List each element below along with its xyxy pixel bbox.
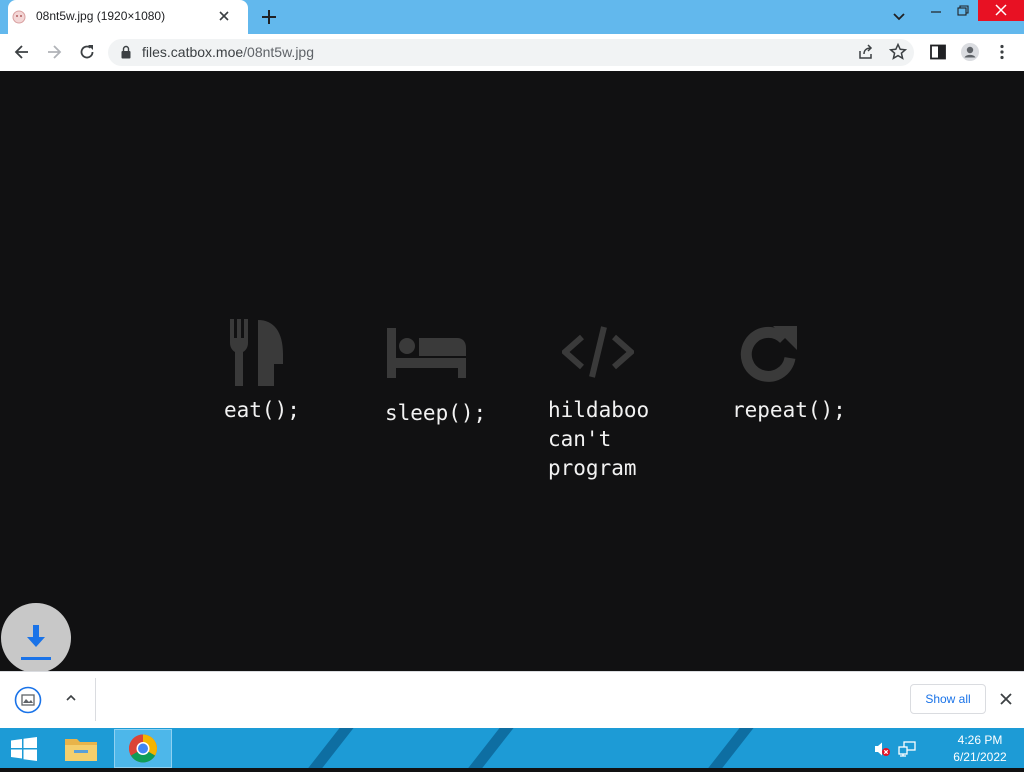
- wallpaper-stripe: [692, 728, 762, 768]
- minimize-icon[interactable]: [924, 2, 948, 20]
- kebab-menu-icon[interactable]: [992, 42, 1012, 62]
- bed-icon: [387, 328, 466, 378]
- share-icon[interactable]: [856, 42, 876, 62]
- chevron-up-icon[interactable]: [64, 691, 78, 705]
- eat-label: eat();: [224, 398, 300, 422]
- restore-icon[interactable]: [950, 2, 974, 20]
- lock-icon[interactable]: [120, 45, 132, 59]
- repeat-label: repeat();: [732, 398, 846, 422]
- code-icon: [562, 326, 634, 378]
- image-viewport: [0, 71, 1024, 671]
- fork-knife-icon: [230, 319, 283, 386]
- chrome-icon: [129, 734, 157, 763]
- new-tab-icon[interactable]: [260, 8, 278, 26]
- windows-start-icon[interactable]: [10, 737, 38, 761]
- hildaboo-label: hildaboo can't program: [548, 398, 650, 480]
- shelf-divider: [95, 678, 96, 721]
- image-favicon-icon: [12, 10, 26, 24]
- clock-date[interactable]: 6/21/2022: [940, 750, 1020, 764]
- close-icon[interactable]: [998, 691, 1014, 707]
- wallpaper-stripe: [292, 728, 362, 768]
- file-explorer-icon[interactable]: [62, 733, 100, 765]
- back-arrow-icon[interactable]: [12, 42, 32, 62]
- repeat-icon: [740, 326, 797, 382]
- download-icon: [21, 625, 51, 660]
- download-bubble-button[interactable]: [1, 603, 71, 673]
- side-panel-icon[interactable]: [928, 42, 948, 62]
- close-icon: [995, 4, 1007, 16]
- wallpaper-stripe: [452, 728, 522, 768]
- network-icon[interactable]: [898, 741, 916, 757]
- url-path: /08nt5w.jpg: [243, 44, 315, 60]
- show-all-button[interactable]: Show all: [910, 684, 986, 714]
- tab-title: 08nt5w.jpg (1920×1080): [36, 9, 166, 23]
- profile-avatar-icon[interactable]: [960, 42, 980, 62]
- tab-close-icon[interactable]: [216, 8, 232, 24]
- bookmark-star-icon[interactable]: [888, 42, 908, 62]
- volume-muted-icon[interactable]: [873, 741, 891, 757]
- image-file-icon[interactable]: [14, 686, 42, 714]
- clock-time[interactable]: 4:26 PM: [940, 733, 1020, 747]
- url-host: files.catbox.moe: [142, 44, 244, 60]
- sleep-label: sleep();: [385, 401, 487, 425]
- download-shelf: [0, 671, 1024, 729]
- url-text[interactable]: files.catbox.moe/08nt5w.jpg: [142, 44, 314, 60]
- reload-icon[interactable]: [77, 42, 97, 62]
- forward-arrow-icon[interactable]: [44, 42, 64, 62]
- chrome-taskbar-button[interactable]: [114, 729, 172, 768]
- chevron-down-icon[interactable]: [890, 9, 908, 25]
- window-close-button[interactable]: [978, 0, 1024, 21]
